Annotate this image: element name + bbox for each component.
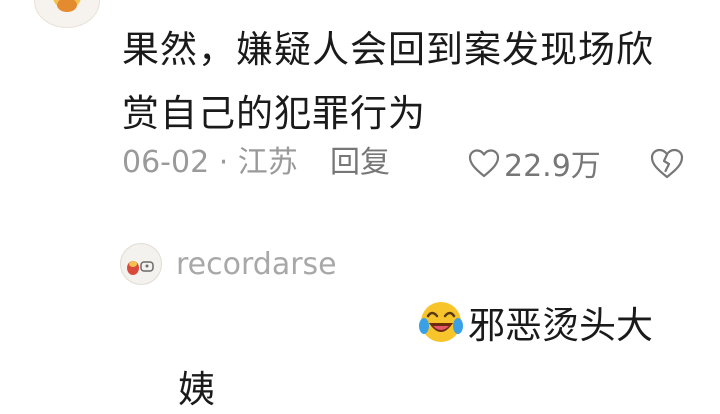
reply-body-line-1: 邪恶烫头大 bbox=[418, 298, 653, 347]
reply-text-line-2: 姨 bbox=[178, 368, 215, 411]
reply-user-avatar[interactable] bbox=[120, 243, 162, 285]
like-button[interactable]: 22.9万 bbox=[468, 143, 601, 184]
reply-button[interactable]: 回复 bbox=[330, 143, 390, 183]
like-count: 22.9万 bbox=[504, 149, 601, 184]
broken-heart-icon[interactable] bbox=[650, 146, 684, 180]
laughing-crying-emoji-icon bbox=[419, 302, 463, 342]
reply-text-line-1: 邪恶烫头大 bbox=[468, 304, 653, 347]
comment-meta: 06-02 · 江苏 bbox=[122, 145, 298, 180]
reply-username[interactable]: recordarse bbox=[176, 245, 337, 285]
comment-body: 果然，嫌疑人会回到案发现场欣赏自己的犯罪行为 bbox=[122, 28, 654, 135]
commenter-avatar[interactable] bbox=[34, 0, 100, 28]
heart-icon bbox=[468, 149, 500, 178]
